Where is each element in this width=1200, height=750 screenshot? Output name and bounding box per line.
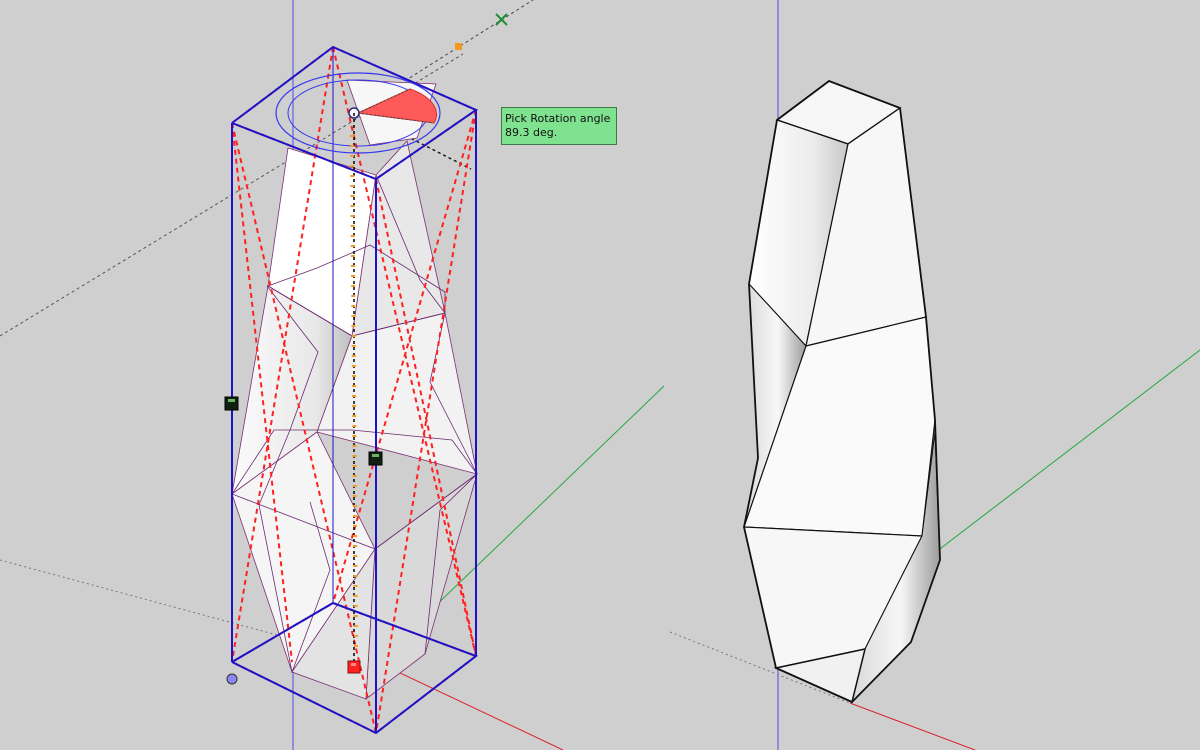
tooltip-angle-value: 89.3 deg. bbox=[505, 126, 558, 139]
modeling-viewport[interactable]: Pick Rotation angle 89.3 deg. bbox=[0, 0, 1200, 750]
overlay-layer: Pick Rotation angle 89.3 deg. bbox=[0, 0, 1200, 750]
tooltip-title: Pick Rotation angle bbox=[505, 112, 611, 125]
rotation-angle-tooltip: Pick Rotation angle 89.3 deg. bbox=[501, 107, 617, 145]
